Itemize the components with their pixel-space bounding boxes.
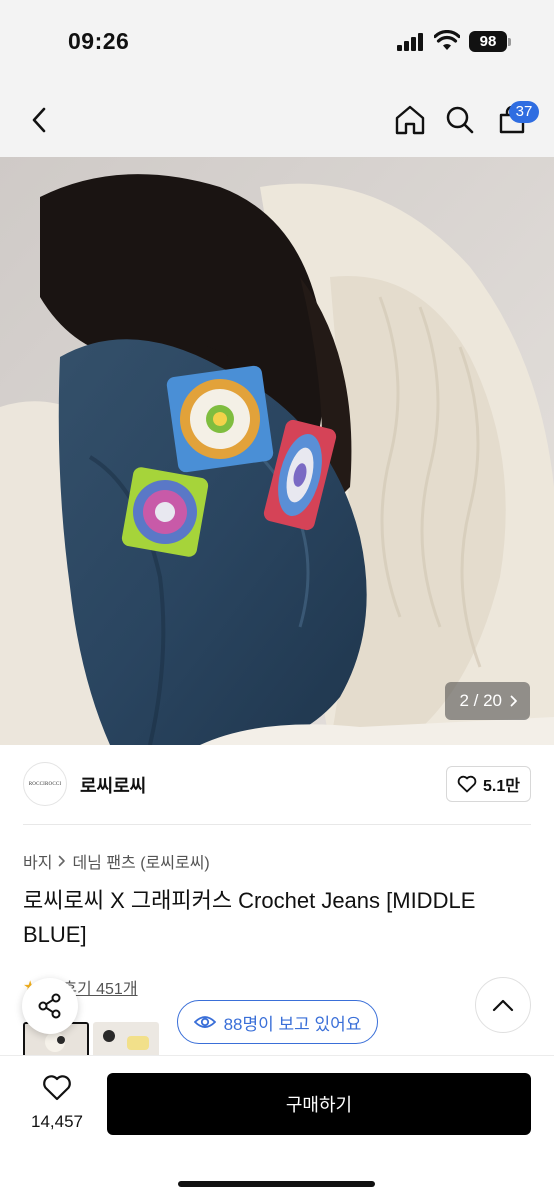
home-button[interactable]	[390, 100, 430, 140]
product-image-gallery[interactable]: 2 / 20	[0, 157, 554, 745]
brand-name[interactable]: 로씨로씨	[80, 772, 146, 798]
breadcrumb-category[interactable]: 바지	[23, 849, 52, 873]
cart-count-badge: 37	[509, 101, 539, 123]
home-indicator	[178, 1181, 375, 1187]
search-icon	[446, 106, 474, 134]
breadcrumb: 바지 데님 팬츠 (로씨로씨)	[23, 849, 210, 873]
wifi-icon	[434, 30, 460, 50]
wishlist-count: 14,457	[31, 1112, 83, 1131]
product-photo	[0, 157, 554, 745]
buy-button[interactable]: 구매하기	[107, 1073, 531, 1135]
battery-nub	[508, 38, 511, 46]
chevron-up-icon	[492, 999, 514, 1012]
thumbnail-2[interactable]	[93, 1022, 159, 1058]
brand-row: ROCCIROCCI 로씨로씨 5.1만	[0, 745, 554, 825]
scroll-top-button[interactable]	[475, 977, 531, 1033]
search-button[interactable]	[440, 100, 480, 140]
brand-logo[interactable]: ROCCIROCCI	[23, 762, 67, 806]
back-button[interactable]	[20, 100, 60, 140]
signal-icon	[397, 33, 425, 51]
back-icon	[32, 107, 46, 133]
battery-indicator: 98	[469, 31, 507, 52]
product-title: 로씨로씨 X 그래피커스 Crochet Jeans [MIDDLE BLUE]	[23, 888, 476, 947]
eye-icon	[193, 1016, 216, 1028]
divider	[23, 824, 531, 825]
status-time: 09:26	[68, 28, 130, 54]
viewers-pill: 88명이 보고 있어요	[177, 1000, 378, 1044]
wishlist-button[interactable]: 14,457	[23, 1074, 91, 1132]
share-icon	[38, 993, 61, 1019]
brand-logo-text: ROCCIROCCI	[28, 781, 62, 787]
share-button[interactable]	[22, 978, 78, 1034]
top-nav	[0, 80, 554, 157]
gallery-counter[interactable]: 2 / 20	[445, 682, 530, 720]
brand-like-count: 5.1만	[483, 778, 520, 795]
status-bar: 09:26 98	[0, 0, 554, 80]
breadcrumb-subcategory[interactable]: 데님 팬츠 (로씨로씨)	[72, 849, 209, 873]
viewers-text: 88명이 보고 있어요	[223, 1014, 362, 1034]
chevron-right-icon	[510, 695, 517, 707]
home-icon	[395, 105, 425, 135]
brand-like-button[interactable]: 5.1만	[446, 766, 531, 802]
chevron-right-icon	[59, 855, 66, 867]
heart-icon	[457, 775, 477, 793]
gallery-counter-text: 2 / 20	[459, 691, 502, 710]
bottom-action-bar: 14,457 구매하기	[0, 1056, 554, 1200]
heart-icon	[43, 1075, 71, 1101]
